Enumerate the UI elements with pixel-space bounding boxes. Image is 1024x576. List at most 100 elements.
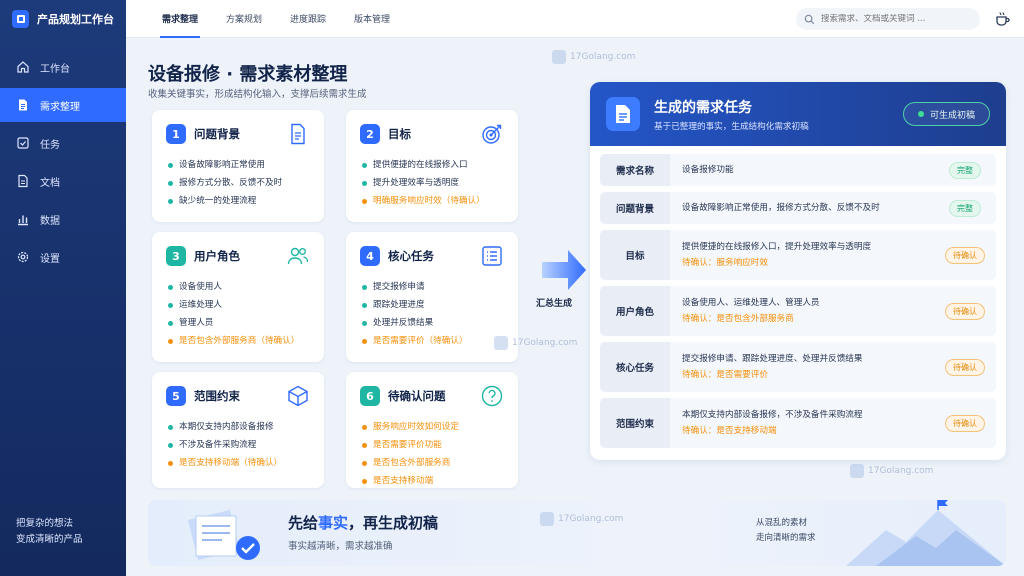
card-number: 2 [360,124,380,144]
sidebar-item-label: 数据 [40,215,60,227]
sidebar-item-label: 文档 [40,177,60,189]
row-text: 提供便捷的在线报修入口，提升处理效率与透明度 [682,242,872,252]
bar-chart-icon [16,212,30,226]
card-bullets: 本期仅支持内部设备报修 不涉及备件采购流程 是否支持移动端（待确认） [152,414,324,472]
table-row: 用户角色 设备使用人、运维处理人、管理人员 待确认：是否包含外部服务商 待确认 [600,286,996,336]
target-icon [482,124,502,144]
search-input[interactable] [821,14,971,24]
slogan-line: 变成清晰的产品 [16,534,83,545]
status-badge: 待确认 [945,414,985,432]
card-title: 待确认问题 [388,389,446,403]
list-item: 是否需要评价功能 [362,436,504,454]
table-row: 核心任务 提交报修申请、跟踪处理进度、处理并反馈结果 待确认：是否需要评价 待确认 [600,342,996,392]
mountain-flag-icon [846,500,1006,566]
card-title: 核心任务 [388,249,434,263]
sidebar-item-data[interactable]: 数据 [0,202,126,236]
sidebar-item-settings[interactable]: 设置 [0,240,126,274]
sidebar-nav: 工作台 需求整理 任务 文档 数据 设置 [0,50,126,274]
card-goal: 2 目标 提供便捷的在线报修入口 提升处理效率与透明度 明确服务响应时效（待确认… [346,110,518,222]
row-text: 提交报修申请、跟踪处理进度、处理并反馈结果 [682,354,863,364]
sidebar-item-tasks[interactable]: 任务 [0,126,126,160]
search-box[interactable] [796,8,980,30]
cube-icon [288,385,308,407]
card-title: 范围约束 [194,389,240,403]
list-item: 处理并反馈结果 [362,314,504,332]
list-item: 提升处理效率与透明度 [362,174,504,192]
table-row: 需求名称 设备报修功能 完整 [600,154,996,186]
list-item: 报修方式分散、反馈不及时 [168,174,310,192]
list-item: 是否需要评价（待确认） [362,332,504,350]
card-title: 目标 [388,127,411,141]
row-text: 设备使用人、运维处理人、管理人员 [682,298,820,308]
sidebar-item-requirements[interactable]: 需求整理 [0,88,126,122]
banner-title-part: 先给 [288,514,319,532]
card-title: 用户角色 [194,249,240,263]
card-bullets: 服务响应时效如何设定 是否需要评价功能 是否包含外部服务商 是否支持移动端 [346,414,518,490]
question-icon [481,385,503,407]
banner-title-highlight: 事实 [318,514,349,532]
list-item: 设备使用人 [168,278,310,296]
gear-icon [16,250,30,264]
watermark-text: 17Golang.com [558,514,624,524]
status-badge: 完整 [949,161,981,179]
card-number: 6 [360,386,380,406]
card-core-tasks: 4 核心任务 提交报修申请 跟踪处理进度 处理并反馈结果 是否需要评价（待确认） [346,232,518,362]
summary-label: 汇总生成 [536,299,573,309]
search-icon [804,10,815,29]
card-bullets: 提交报修申请 跟踪处理进度 处理并反馈结果 是否需要评价（待确认） [346,274,518,350]
brand[interactable]: 产品规划工作台 [0,0,126,38]
sidebar-slogan: 把复杂的想法 变成清晰的产品 [16,516,83,548]
list-item: 设备故障影响正常使用 [168,156,310,174]
list-item: 运维处理人 [168,296,310,314]
list-item: 是否支持移动端（待确认） [168,454,310,472]
generate-draft-button[interactable]: 可生成初稿 [902,102,990,126]
tab-planning[interactable]: 方案规划 [212,0,276,38]
table-row: 问题背景 设备故障影响正常使用，报修方式分散、反馈不及时 完整 [600,192,996,224]
list-item: 是否支持移动端 [362,472,504,490]
main-content: 设备报修 · 需求素材整理 收集关键事实，形成结构化输入，支撑后续需求生成 1 … [126,38,1024,576]
table-row: 范围约束 本期仅支持内部设备报修，不涉及备件采购流程 待确认：是否支持移动端 待确… [600,398,996,448]
tab-progress[interactable]: 进度跟踪 [276,0,340,38]
row-text: 本期仅支持内部设备报修，不涉及备件采购流程 [682,410,863,420]
card-bullets: 设备故障影响正常使用 报修方式分散、反馈不及时 缺少统一的处理流程 [152,152,324,210]
list-item: 是否包含外部服务商 [362,454,504,472]
sidebar-item-label: 设置 [40,253,60,265]
status-dot-icon [917,111,924,117]
generated-requirements-panel: 生成的需求任务 基于已整理的事实，生成结构化需求初稿 可生成初稿 需求名称 设备… [590,82,1006,460]
watermark: 17Golang.com [540,512,623,526]
bottom-banner: 先给事实，再生成初稿 事实越清晰，需求越准确 从混乱的素材 走向清晰的需求 [148,500,1006,566]
card-bullets: 提供便捷的在线报修入口 提升处理效率与透明度 明确服务响应时效（待确认） [346,152,518,210]
panel-title: 生成的需求任务 [654,99,752,116]
banner-right-line: 走向清晰的需求 [756,533,816,543]
page-subtitle: 收集关键事实，形成结构化输入，支撑后续需求生成 [148,89,367,100]
banner-subtitle: 事实越清晰，需求越准确 [288,541,393,552]
banner-title-part: ，再生成初稿 [348,514,439,532]
home-icon [16,60,30,74]
list-item: 本期仅支持内部设备报修 [168,418,310,436]
sidebar-item-label: 任务 [40,139,60,151]
tab-versions[interactable]: 版本管理 [340,0,404,38]
watermark-text: 17Golang.com [512,338,578,348]
banner-title: 先给事实，再生成初稿 [288,512,438,533]
row-label: 目标 [600,230,670,280]
status-badge: 完整 [949,199,981,217]
list-item: 服务响应时效如何设定 [362,418,504,436]
document-icon [606,97,640,131]
card-open-questions: 6 待确认问题 服务响应时效如何设定 是否需要评价功能 是否包含外部服务商 是否… [346,372,518,488]
coffee-cup-icon[interactable] [994,10,1012,28]
list-item: 管理人员 [168,314,310,332]
sidebar-item-home[interactable]: 工作台 [0,50,126,84]
table-row: 目标 提供便捷的在线报修入口，提升处理效率与透明度 待确认：服务响应时效 待确认 [600,230,996,280]
top-tabs: 需求整理 方案规划 进度跟踪 版本管理 [148,0,404,38]
button-label: 可生成初稿 [929,110,975,121]
banner-right-text: 从混乱的素材 走向清晰的需求 [756,516,816,546]
sidebar-item-docs[interactable]: 文档 [0,164,126,198]
row-label: 核心任务 [600,342,670,392]
tab-requirements[interactable]: 需求整理 [148,0,212,38]
documents-check-icon [188,510,260,560]
file-icon [16,174,30,188]
list-item: 缺少统一的处理流程 [168,192,310,210]
card-title: 问题背景 [194,127,240,141]
status-badge: 待确认 [945,302,985,320]
row-pending: 待确认：服务响应时效 [682,258,768,268]
